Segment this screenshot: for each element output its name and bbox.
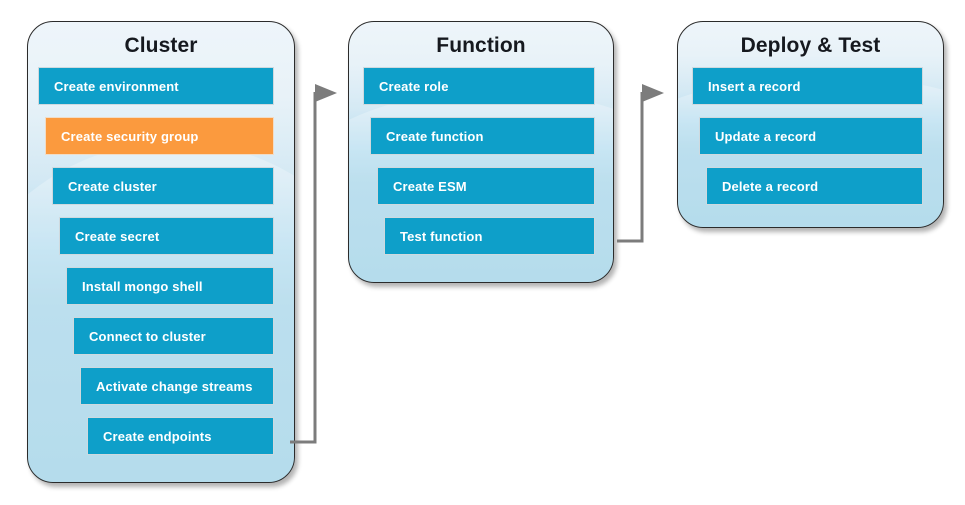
step-create-security-group[interactable]: Create security group	[45, 117, 274, 155]
step-create-environment[interactable]: Create environment	[38, 67, 274, 105]
step-label: Create cluster	[68, 178, 157, 194]
panel-function: Function Create role Create function Cre…	[348, 21, 614, 283]
connector-line	[290, 92, 317, 444]
panel-title-function: Function	[436, 34, 526, 57]
step-label: Create role	[379, 78, 449, 94]
step-insert-a-record[interactable]: Insert a record	[692, 67, 923, 105]
step-label: Create environment	[54, 78, 179, 94]
step-label: Create ESM	[393, 178, 467, 194]
step-list-cluster: Create environment Create security group…	[28, 67, 294, 455]
step-label: Update a record	[715, 128, 817, 144]
step-label: Connect to cluster	[89, 328, 206, 344]
connector-function-to-deploy	[617, 84, 664, 243]
step-create-function[interactable]: Create function	[370, 117, 595, 155]
step-label: Create security group	[61, 128, 199, 144]
panel-deploy-test: Deploy & Test Insert a record Update a r…	[677, 21, 944, 228]
step-create-secret[interactable]: Create secret	[59, 217, 274, 255]
step-label: Create endpoints	[103, 428, 212, 444]
step-label: Test function	[400, 228, 483, 244]
panel-cluster: Cluster Create environment Create securi…	[27, 21, 295, 483]
step-test-function[interactable]: Test function	[384, 217, 595, 255]
panel-title-deploy-test: Deploy & Test	[740, 34, 881, 57]
panel-title-cluster: Cluster	[124, 34, 198, 57]
step-list-function: Create role Create function Create ESM T…	[349, 67, 613, 255]
step-label: Activate change streams	[96, 378, 253, 394]
step-connect-to-cluster[interactable]: Connect to cluster	[73, 317, 274, 355]
step-update-a-record[interactable]: Update a record	[699, 117, 923, 155]
diagram-canvas: Cluster Create environment Create securi…	[0, 0, 965, 505]
connector-cluster-to-function	[290, 84, 337, 444]
step-create-endpoints[interactable]: Create endpoints	[87, 417, 274, 455]
step-label: Create function	[386, 128, 484, 144]
step-activate-change-streams[interactable]: Activate change streams	[80, 367, 274, 405]
step-label: Create secret	[75, 228, 160, 244]
step-label: Insert a record	[708, 78, 801, 94]
step-list-deploy-test: Insert a record Update a record Delete a…	[678, 67, 943, 205]
step-create-cluster[interactable]: Create cluster	[52, 167, 274, 205]
step-install-mongo-shell[interactable]: Install mongo shell	[66, 267, 274, 305]
connector-line	[617, 92, 644, 243]
step-delete-a-record[interactable]: Delete a record	[706, 167, 923, 205]
step-create-esm[interactable]: Create ESM	[377, 167, 595, 205]
step-label: Install mongo shell	[82, 278, 203, 294]
step-label: Delete a record	[722, 178, 819, 194]
step-create-role[interactable]: Create role	[363, 67, 595, 105]
